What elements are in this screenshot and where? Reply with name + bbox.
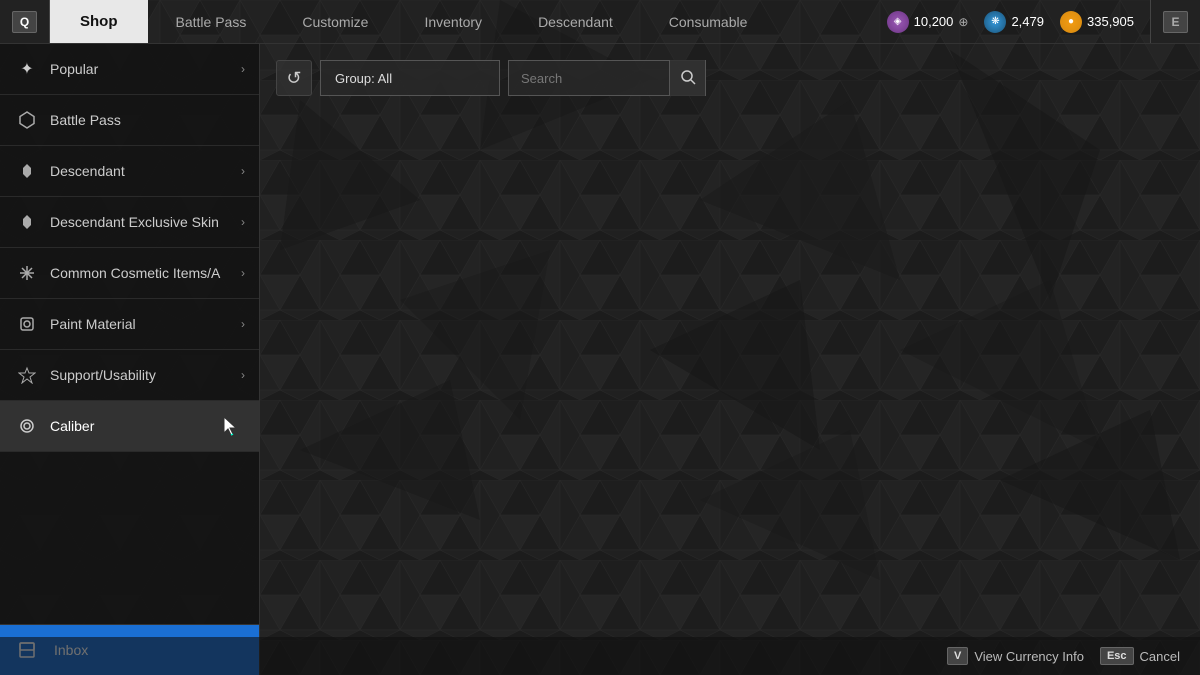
sidebar-item-common-cosmetic[interactable]: Common Cosmetic Items/A ›: [0, 248, 259, 299]
content-grid: [276, 112, 1184, 659]
battle-pass-icon: [16, 109, 38, 131]
common-cosmetic-arrow: ›: [241, 266, 245, 280]
support-usability-icon: [16, 364, 38, 386]
nav-shop-tab[interactable]: Shop: [50, 0, 148, 43]
descendant-exclusive-arrow: ›: [241, 215, 245, 229]
paint-material-arrow: ›: [241, 317, 245, 331]
search-container: [508, 60, 706, 96]
paint-material-icon: [16, 313, 38, 335]
main-layout: ✦ Popular › Battle Pass Descendant ›: [0, 44, 1200, 675]
sidebar-item-battle-pass[interactable]: Battle Pass: [0, 95, 259, 146]
search-icon: [680, 69, 696, 88]
cancel-action[interactable]: Esc Cancel: [1100, 647, 1180, 665]
sidebar-item-descendant-exclusive[interactable]: Descendant Exclusive Skin ›: [0, 197, 259, 248]
nav-consumable-tab[interactable]: Consumable: [641, 0, 776, 43]
view-currency-label: View Currency Info: [974, 649, 1084, 664]
filter-bar: ↺ Group: All: [276, 60, 1184, 96]
currency-blue-icon: ❋: [984, 11, 1006, 33]
currency-gold: ● 335,905: [1060, 11, 1134, 33]
sidebar-item-support-usability[interactable]: Support/Usability ›: [0, 350, 259, 401]
nav-descendant-tab[interactable]: Descendant: [510, 0, 641, 43]
nav-customize-tab[interactable]: Customize: [274, 0, 396, 43]
currency-gold-icon: ●: [1060, 11, 1082, 33]
descendant-arrow: ›: [241, 164, 245, 178]
nav-battle-pass-tab[interactable]: Battle Pass: [148, 0, 275, 43]
sidebar-item-caliber[interactable]: Caliber: [0, 401, 259, 452]
common-cosmetic-icon: [16, 262, 38, 284]
top-nav: Q Shop Battle Pass Customize Inventory D…: [0, 0, 1200, 44]
caliber-icon: [16, 415, 38, 437]
nav-icon-q[interactable]: Q: [0, 0, 50, 43]
q-key-badge: Q: [12, 11, 37, 33]
descendant-exclusive-icon: [16, 211, 38, 233]
content-area: ↺ Group: All: [260, 44, 1200, 675]
sidebar: ✦ Popular › Battle Pass Descendant ›: [0, 44, 260, 675]
sidebar-item-descendant[interactable]: Descendant ›: [0, 146, 259, 197]
support-usability-arrow: ›: [241, 368, 245, 382]
currency-purple-add[interactable]: ⊕: [958, 15, 968, 29]
search-button[interactable]: [669, 60, 705, 96]
nav-icon-e[interactable]: E: [1150, 0, 1200, 43]
descendant-icon: [16, 160, 38, 182]
refresh-icon: ↺: [286, 68, 301, 89]
e-key-badge: E: [1163, 11, 1187, 33]
group-filter[interactable]: Group: All: [320, 60, 500, 96]
view-currency-action[interactable]: V View Currency Info: [947, 647, 1084, 665]
view-currency-key: V: [947, 647, 968, 665]
search-input[interactable]: [509, 60, 669, 96]
sidebar-item-paint-material[interactable]: Paint Material ›: [0, 299, 259, 350]
cancel-key: Esc: [1100, 647, 1134, 665]
currency-display: ◈ 10,200 ⊕ ❋ 2,479 ● 335,905: [871, 0, 1150, 43]
cancel-label: Cancel: [1140, 649, 1180, 664]
refresh-button[interactable]: ↺: [276, 60, 312, 96]
sidebar-item-popular[interactable]: ✦ Popular ›: [0, 44, 259, 95]
popular-arrow: ›: [241, 62, 245, 76]
currency-purple: ◈ 10,200 ⊕: [887, 11, 969, 33]
currency-blue: ❋ 2,479: [984, 11, 1044, 33]
bottom-bar: V View Currency Info Esc Cancel: [0, 637, 1200, 675]
nav-inventory-tab[interactable]: Inventory: [396, 0, 510, 43]
popular-icon: ✦: [16, 58, 38, 80]
currency-purple-icon: ◈: [887, 11, 909, 33]
